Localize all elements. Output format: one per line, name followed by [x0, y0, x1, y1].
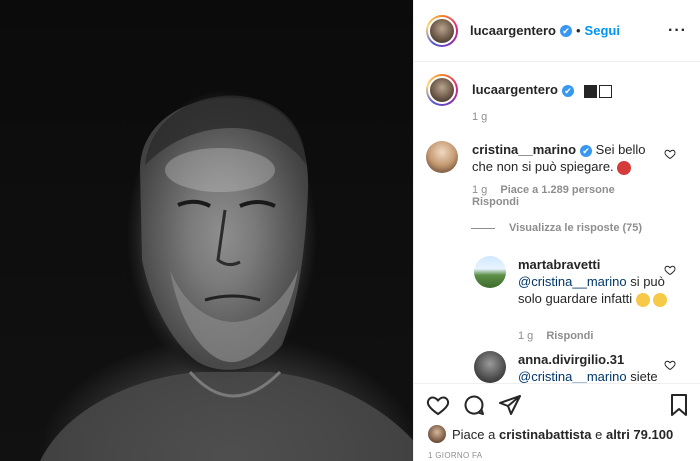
replier-username[interactable]: anna.divirgilio.31	[518, 352, 624, 367]
follow-button[interactable]: Segui	[585, 23, 620, 38]
commenter-avatar[interactable]	[426, 141, 458, 173]
view-replies-label[interactable]: Visualizza le risposte (75)	[509, 222, 642, 234]
comment-time: 1 g	[472, 184, 488, 196]
comment-meta: 1 g Piace a 1.289 persone	[472, 184, 625, 196]
reply-like-heart-icon[interactable]	[664, 359, 676, 371]
reply-meta: 1 g Rispondi	[518, 330, 603, 342]
likes-middle: e	[595, 426, 603, 442]
post-actions-section: Piace a cristinabattista e altri 79.100 …	[414, 383, 700, 461]
replier-username[interactable]: martabravetti	[518, 257, 600, 272]
share-paper-plane-icon[interactable]	[498, 393, 522, 417]
verified-badge-icon: ✔	[580, 144, 593, 157]
replies-divider	[471, 227, 495, 229]
reply-time: 1 g	[518, 330, 534, 342]
separator-dot: •	[575, 23, 581, 38]
grinning-emoji-icon	[635, 292, 650, 307]
verified-badge-icon: ✔	[561, 84, 574, 97]
reply-like-heart-icon[interactable]	[664, 264, 676, 276]
author-username[interactable]: lucaargentero	[470, 23, 556, 38]
commenter-username[interactable]: cristina__marino	[472, 142, 576, 157]
portrait-illustration	[40, 95, 413, 461]
caption: lucaargentero ✔	[414, 74, 700, 106]
post-photo[interactable]	[0, 0, 413, 461]
reply-button[interactable]: Rispondi	[472, 196, 519, 208]
more-options-icon[interactable]: ···	[668, 22, 687, 40]
reply-comment: anna.divirgilio.31 @cristina__marino sie…	[474, 351, 684, 385]
comment-like-heart-icon[interactable]	[664, 148, 676, 160]
reply-text: siete	[630, 369, 658, 384]
caption-avatar[interactable]	[426, 74, 458, 106]
replier-avatar[interactable]	[474, 256, 506, 288]
liker-username[interactable]: cristinabattista	[499, 427, 591, 442]
replier-avatar[interactable]	[474, 351, 506, 383]
verified-badge-icon: ✔	[559, 24, 572, 37]
squares-emoji-icon	[583, 83, 614, 99]
laughing-emoji-icon	[653, 292, 668, 307]
view-replies-toggle[interactable]: Visualizza le risposte (75)	[471, 222, 642, 234]
smiling-devil-emoji-icon	[617, 160, 632, 175]
caption-username[interactable]: lucaargentero	[472, 82, 558, 97]
liker-avatar[interactable]	[428, 425, 446, 443]
mention-link[interactable]: @cristina__marino	[518, 369, 627, 384]
like-heart-icon[interactable]	[426, 393, 450, 417]
author-avatar[interactable]	[426, 14, 458, 47]
comment: cristina__marino ✔ Sei bello che non si p…	[426, 141, 666, 175]
caption-text: lucaargentero ✔	[472, 82, 614, 106]
caption-time: 1 g	[472, 111, 488, 123]
bookmark-icon[interactable]	[667, 393, 691, 417]
mention-link[interactable]: @cristina__marino	[518, 274, 627, 289]
post-header: lucaargentero ✔ • Segui ···	[414, 0, 700, 62]
likes-prefix: Piace a	[452, 426, 496, 442]
likes-summary: Piace a cristinabattista e altri 79.100	[428, 425, 673, 443]
reply-body: anna.divirgilio.31 @cristina__marino sie…	[518, 351, 668, 385]
reply-comment: martabravetti @cristina__marino si può s…	[474, 256, 684, 307]
comment-likes-count[interactable]: Piace a 1.289 persone	[500, 184, 614, 196]
comment-bubble-icon[interactable]	[462, 393, 486, 417]
likes-count[interactable]: altri 79.100	[606, 427, 673, 442]
reply-button[interactable]: Rispondi	[546, 330, 593, 342]
post-detail-panel: lucaargentero ✔ • Segui ··· lucaargenter…	[413, 0, 700, 461]
post-timestamp[interactable]: 1 GIORNO FA	[428, 451, 482, 460]
action-icons	[426, 393, 534, 417]
reply-body: martabravetti @cristina__marino si può s…	[518, 256, 668, 307]
comment-body: cristina__marino ✔ Sei bello che non si p…	[472, 141, 662, 175]
